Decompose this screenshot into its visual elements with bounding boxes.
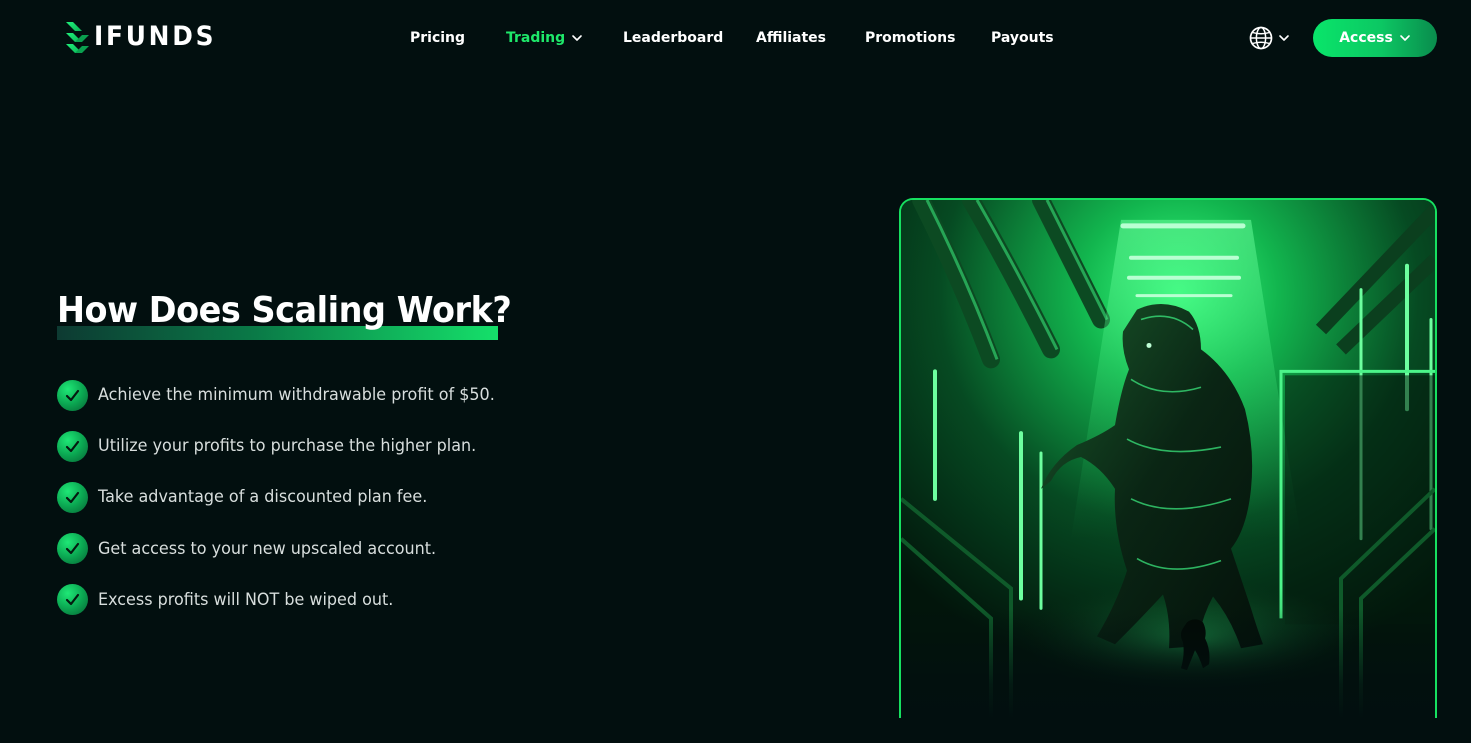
list-item: Utilize your profits to purchase the hig…	[57, 430, 520, 462]
nav-item-label: Pricing	[410, 30, 466, 46]
language-selector[interactable]	[1248, 25, 1290, 51]
list-item-text: Excess profits will NOT be wiped out.	[98, 589, 394, 610]
hero-fade	[901, 608, 1435, 718]
check-circle-icon	[57, 533, 88, 565]
check-circle-icon	[57, 584, 88, 616]
nav-item-promotions[interactable]: Promotions	[865, 26, 955, 50]
nav-item-label: Leaderboard	[623, 30, 724, 46]
access-button-label: Access	[1339, 30, 1393, 46]
check-circle-icon	[57, 430, 88, 462]
page: IFUNDS Pricing Trading Leaderboard Affil…	[0, 0, 1471, 743]
nav-item-label: Payouts	[991, 30, 1054, 46]
list-item: Achieve the minimum withdrawable profit …	[57, 379, 520, 411]
chevron-down-icon	[572, 35, 582, 41]
globe-icon	[1249, 26, 1273, 50]
section-heading: How Does Scaling Work?	[57, 286, 546, 340]
list-item-text: Get access to your new upscaled account.	[98, 538, 437, 559]
nav-item-label: Affiliates	[756, 30, 827, 46]
site-header: IFUNDS Pricing Trading Leaderboard Affil…	[0, 0, 1471, 76]
nav-item-trading[interactable]: Trading	[506, 26, 583, 50]
list-item-text: Utilize your profits to purchase the hig…	[98, 436, 477, 457]
nav-item-affiliates[interactable]: Affiliates	[756, 26, 826, 50]
list-item-text: Take advantage of a discounted plan fee.	[98, 487, 428, 508]
nav-item-label: Promotions	[865, 30, 956, 46]
chevron-down-icon	[1399, 35, 1410, 41]
chevron-down-icon	[1279, 35, 1289, 41]
check-circle-icon	[57, 379, 88, 411]
hero-image	[899, 198, 1437, 718]
nav-item-label: Trading	[506, 30, 566, 46]
list-item-text: Achieve the minimum withdrawable profit …	[98, 385, 495, 405]
nav-item-payouts[interactable]: Payouts	[991, 26, 1054, 50]
nav-item-leaderboard[interactable]: Leaderboard	[623, 26, 723, 50]
access-button[interactable]: Access	[1313, 19, 1437, 57]
page-title: How Does Scaling Work?	[57, 290, 512, 331]
nav-item-pricing[interactable]: Pricing	[410, 26, 465, 50]
scaling-steps-list: Achieve the minimum withdrawable profit …	[57, 379, 520, 635]
list-item: Take advantage of a discounted plan fee.	[57, 481, 520, 513]
check-circle-icon	[57, 481, 88, 513]
list-item: Excess profits will NOT be wiped out.	[57, 584, 520, 616]
list-item: Get access to your new upscaled account.	[57, 533, 520, 565]
